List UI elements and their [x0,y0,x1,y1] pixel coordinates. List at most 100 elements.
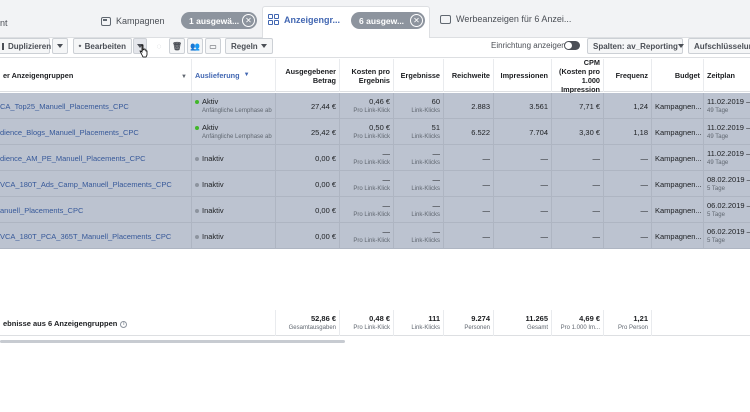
budget-value: Kampagnen... [655,128,702,137]
budget-cell: Kampagnen... [652,145,704,171]
table-row[interactable]: VCA_180T_PCA_365T_Manuell_Placements_CPC… [0,223,750,249]
tab-adsets-label: Anzeigengr... [284,14,341,25]
cpr-value: — [382,175,391,184]
sort-down-icon[interactable]: ▼ [181,73,187,82]
table-row[interactable]: VCA_180T_Ads_Camp_Manuell_Placements_CPC… [0,171,750,197]
adset-name-link[interactable]: dience_Blogs_Manuell_Placements_CPC [0,128,139,137]
schedule-duration: 49 Tage [707,134,729,140]
adset-name-link[interactable]: dience_AM_PE_Manuell_Placements_CPC [0,154,146,163]
ads-icon [440,14,451,24]
delivery-status-label: Inaktiv [202,154,224,163]
col-header-results[interactable]: Ergebnisse [394,59,444,92]
adset-name-cell: anuell_Placements_CPC [0,197,192,223]
summary-spent: 52,86 € Gesamtausgaben [276,310,340,336]
status-dot-icon [195,209,199,214]
undo-button[interactable]: ◌ [151,38,167,54]
breakdown-label: Aufschlüsselung [694,41,750,51]
col-header-schedule[interactable]: Zeitplan [704,59,750,92]
rules-label: Regeln [231,41,258,51]
schedule-cell: 08.02.2019 – 5 Tage [704,171,750,197]
rules-button[interactable]: Regeln [225,38,273,54]
clear-campaign-selection-icon[interactable]: ✕ [242,14,255,27]
results-sub: Link-Klicks [411,160,440,166]
reach-cell: — [444,197,494,223]
duplicate-button[interactable]: Duplizieren [0,38,52,54]
col-header-frequency[interactable]: Frequenz [604,59,652,92]
schedule-cell: 11.02.2019 – 49 Tage [704,119,750,145]
impressions-value: — [540,232,549,241]
campaigns-selected-pill[interactable]: 1 ausgewä... ✕ [181,12,257,29]
summary-cpr-value: 0,48 € [369,314,390,323]
adset-name-cell: VCA_180T_PCA_365T_Manuell_Placements_CPC [0,223,192,249]
cpr-cell: — Pro Link-Klick [340,197,394,223]
delivery-status: Aktiv [195,123,272,133]
preview-icon: ▭ [209,41,217,51]
frequency-cell: — [604,223,652,249]
clear-adset-selection-icon[interactable]: ✕ [410,14,423,27]
adset-name-link[interactable]: VCA_180T_PCA_365T_Manuell_Placements_CPC [0,232,171,241]
col-header-spent[interactable]: Ausgegebener Betrag [276,59,340,92]
col-header-delivery[interactable]: Auslieferung ▼ [192,59,276,92]
adset-name-link[interactable]: anuell_Placements_CPC [0,206,83,215]
cpm-value: — [592,154,601,163]
adsets-selected-count: 6 ausgew... [359,15,405,26]
tab-campaigns[interactable]: Kampagnen [101,14,165,28]
horizontal-scrollbar[interactable] [0,340,345,343]
status-dot-icon [195,235,199,240]
edit-button[interactable]: Bearbeiten [73,38,132,54]
delete-button[interactable]: 🗑 [169,38,185,54]
table-row[interactable]: dience_AM_PE_Manuell_Placements_CPC Inakt… [0,145,750,171]
summary-reach-value: 9.274 [471,314,490,323]
columns-button[interactable]: Spalten: av_Reporting [587,38,684,54]
table-row[interactable]: anuell_Placements_CPC Inaktiv 0,00 € — Pro L… [0,197,750,223]
reach-value: — [482,232,491,241]
delivery-status: Inaktiv [195,154,272,164]
info-icon[interactable]: i [120,320,128,328]
reach-cell: — [444,223,494,249]
cpm-value: — [592,180,601,189]
col-header-reach[interactable]: Reichweite [444,59,494,92]
col-header-impressions[interactable]: Impressionen [494,59,552,92]
adset-name-cell: dience_Blogs_Manuell_Placements_CPC [0,119,192,145]
results-value: 51 [431,123,440,132]
schedule-duration: 5 Tage [707,238,725,244]
chevron-down-icon [261,44,267,48]
adsets-selected-pill[interactable]: 6 ausgew... ✕ [351,12,425,29]
col-header-cpm[interactable]: CPM (Kosten pro 1.000 Impression [552,58,604,94]
impressions-value: — [540,154,549,163]
adset-name-link[interactable]: VCA_180T_Ads_Camp_Manuell_Placements_CPC [0,180,172,189]
table-row[interactable]: CA_Top25_Manuell_Placements_CPC Aktiv Anfä… [0,93,750,119]
table-row[interactable]: dience_Blogs_Manuell_Placements_CPC Aktiv… [0,119,750,145]
col-header-budget[interactable]: Budget [652,59,704,92]
budget-value: Kampagnen... [655,154,702,163]
reach-cell: 2.883 [444,93,494,119]
duplicate-label: Duplizieren [8,41,52,51]
adset-name-link[interactable]: CA_Top25_Manuell_Placements_CPC [0,102,129,111]
columns-label: Spalten: av_Reporting [593,41,678,51]
audience-button[interactable]: 👥 [187,38,203,54]
col-header-cpr[interactable]: Kosten pro Ergebnis [340,59,394,92]
tab-ads[interactable]: Werbeanzeigen für 6 Anzei... [440,14,571,24]
frequency-cell: — [604,197,652,223]
summary-reach: 9.274 Personen [444,310,494,336]
duplicate-dropdown-button[interactable] [52,38,68,54]
impressions-cell: — [494,145,552,171]
tab-adsets[interactable]: Anzeigengr... [268,14,340,25]
cpr-cell: 0,50 € Pro Link-Klick [340,119,394,145]
cpm-value: 3,30 € [579,128,600,137]
delivery-cell: Inaktiv [192,197,276,223]
cpm-cell: — [552,145,604,171]
tab-account-partial[interactable]: nt [0,18,8,28]
preview-button[interactable]: ▭ [205,38,221,54]
col-header-name[interactable]: er Anzeigengruppen ▼ [0,59,192,92]
results-sub: Link-Klicks [411,134,440,140]
impressions-cell: — [494,223,552,249]
breakdown-button[interactable]: Aufschlüsselung [688,38,750,54]
summary-spent-sub: Gesamtausgaben [288,325,336,331]
cpr-sub: Pro Link-Klick [353,160,390,166]
schedule-cell: 11.02.2019 – 49 Tage [704,145,750,171]
setup-toggle[interactable] [564,41,580,50]
results-value: 60 [431,97,440,106]
summary-impressions: 11.265 Gesamt [494,310,552,336]
delivery-cell: Inaktiv [192,171,276,197]
